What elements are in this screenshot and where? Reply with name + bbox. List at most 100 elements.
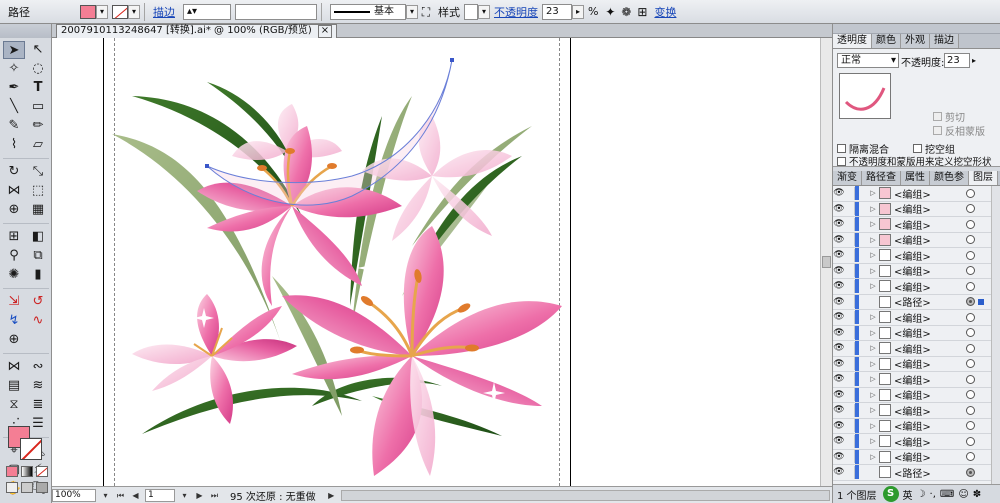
blob-brush-tool-icon[interactable]: ⌇ xyxy=(3,136,25,154)
stroke-dropdown-icon[interactable]: ▾ xyxy=(128,4,140,19)
layer-row[interactable]: 👁︎ ▷ <编组> xyxy=(833,449,1000,465)
visibility-eye-icon[interactable]: 👁︎ xyxy=(833,297,845,307)
visibility-eye-icon[interactable]: 👁︎ xyxy=(833,204,845,214)
expand-triangle-icon[interactable]: ▷ xyxy=(867,236,879,244)
first-page-icon[interactable]: ⏮ xyxy=(115,490,126,501)
visibility-eye-icon[interactable]: 👁︎ xyxy=(833,421,845,431)
target-circle-icon[interactable] xyxy=(966,250,975,260)
next-page-icon[interactable]: ▶ xyxy=(194,490,205,501)
tab-attributes[interactable]: 属性 xyxy=(901,171,930,185)
lily-artwork[interactable] xyxy=(112,56,572,486)
visibility-eye-icon[interactable]: 👁︎ xyxy=(833,266,845,276)
layer-row[interactable]: 👁︎ ▷ <编组> xyxy=(833,232,1000,248)
visibility-eye-icon[interactable]: 👁︎ xyxy=(833,436,845,446)
lock-toggle[interactable] xyxy=(845,450,855,464)
lock-toggle[interactable] xyxy=(845,341,855,355)
stroke-weight-field[interactable]: ▴▾ xyxy=(183,3,231,20)
selection-indicator[interactable] xyxy=(978,298,984,305)
user-icon[interactable]: ☺ xyxy=(958,489,968,500)
align-icon[interactable]: ⊞ xyxy=(634,4,650,20)
isolate-icon[interactable]: ❁ xyxy=(618,4,634,20)
expand-triangle-icon[interactable]: ▷ xyxy=(867,189,879,197)
visibility-eye-icon[interactable]: 👁︎ xyxy=(833,328,845,338)
layer-row[interactable]: 👁︎ <路径> xyxy=(833,294,1000,310)
pencil-tool-icon[interactable]: ✏ xyxy=(27,117,49,135)
target-circle-icon[interactable] xyxy=(966,359,975,369)
target-circle-icon[interactable] xyxy=(966,188,975,198)
sogou-s-icon[interactable]: S xyxy=(882,486,899,502)
lock-toggle[interactable] xyxy=(845,279,855,293)
expand-triangle-icon[interactable]: ▷ xyxy=(867,205,879,213)
visibility-eye-icon[interactable]: 👁︎ xyxy=(833,390,845,400)
opacity-field[interactable]: 23 xyxy=(542,3,572,20)
crystallize-tool-icon[interactable]: ≣ xyxy=(27,396,49,414)
expand-triangle-icon[interactable]: ▷ xyxy=(867,267,879,275)
gradient-mode-button[interactable] xyxy=(21,466,33,477)
shape-builder-tool-icon[interactable]: ⊕ xyxy=(3,201,25,219)
lock-toggle[interactable] xyxy=(845,264,855,278)
twirl-tool-icon[interactable]: ∾ xyxy=(27,358,49,376)
chart-grid-tool-icon[interactable]: ▤ xyxy=(3,377,25,395)
page-field[interactable]: 1 xyxy=(145,488,175,502)
transform-link[interactable]: 变换 xyxy=(650,4,680,20)
blend-tool-icon[interactable]: ⧉ xyxy=(27,247,49,265)
target-circle-icon[interactable] xyxy=(966,452,975,462)
horizontal-scrollbar[interactable] xyxy=(340,489,830,501)
bloat-tool-icon[interactable]: ⧖ xyxy=(3,396,25,414)
page-dropdown-icon[interactable]: ▾ xyxy=(179,490,190,501)
lock-toggle[interactable] xyxy=(845,403,855,417)
moon-icon[interactable]: ☽ xyxy=(917,489,926,500)
eyedropper-tool-icon[interactable]: ⚲ xyxy=(3,247,25,265)
target-circle-icon[interactable] xyxy=(966,405,975,415)
target-circle-icon[interactable] xyxy=(966,281,975,291)
symbol-sprayer-tool-icon[interactable]: ✺ xyxy=(3,266,25,284)
expand-triangle-icon[interactable]: ▷ xyxy=(867,375,879,383)
ime-mode-label[interactable]: 英 xyxy=(903,487,913,502)
brush-dropdown-icon[interactable]: ▾ xyxy=(406,4,418,19)
target-circle-icon[interactable] xyxy=(966,374,975,384)
free-transform-tool-icon[interactable]: ⬚ xyxy=(27,182,49,200)
expand-triangle-icon[interactable]: ▷ xyxy=(867,422,879,430)
panel-opacity-arrow-icon[interactable]: ▸ xyxy=(972,53,982,68)
tab-layers[interactable]: 图层 xyxy=(969,171,998,185)
canvas-area[interactable] xyxy=(52,38,820,486)
visibility-eye-icon[interactable]: 👁︎ xyxy=(833,235,845,245)
target-circle-icon[interactable] xyxy=(966,219,975,229)
perspective-grid-tool-icon[interactable]: ▦ xyxy=(27,201,49,219)
tab-color-guide[interactable]: 颜色参 xyxy=(930,171,969,185)
lock-toggle[interactable] xyxy=(845,233,855,247)
draw-behind-button[interactable] xyxy=(21,482,33,493)
punctuation-icon[interactable]: ·, xyxy=(930,489,936,500)
paintbrush-tool-icon[interactable]: ✎ xyxy=(3,117,25,135)
style-dropdown-icon[interactable]: ▾ xyxy=(478,4,490,19)
color-mode-button[interactable] xyxy=(6,466,18,477)
target-circle-icon[interactable] xyxy=(966,235,975,245)
layer-row[interactable]: 👁︎ ▷ <编组> xyxy=(833,217,1000,233)
tab-color[interactable]: 颜色 xyxy=(872,34,901,48)
type-tool-icon[interactable]: T xyxy=(27,79,49,97)
visibility-eye-icon[interactable]: 👁︎ xyxy=(833,374,845,384)
line-tool-icon[interactable]: ╲ xyxy=(3,98,25,116)
selected-path-outline[interactable] xyxy=(205,58,454,206)
brush-definition-field[interactable]: 基本 xyxy=(330,3,406,20)
layer-row[interactable]: 👁︎ ▷ <编组> xyxy=(833,434,1000,450)
layer-row[interactable]: 👁︎ ▷ <编组> xyxy=(833,279,1000,295)
fill-dropdown-icon[interactable]: ▾ xyxy=(96,4,108,19)
stroke-swatch[interactable] xyxy=(112,4,128,19)
selection-tool-icon[interactable]: ➤ xyxy=(3,41,25,59)
lock-toggle[interactable] xyxy=(845,217,855,231)
stroke-link[interactable]: 描边 xyxy=(149,4,179,20)
scale-tool-icon[interactable]: ⤡ xyxy=(27,163,49,181)
knife-tool-icon[interactable]: ↯ xyxy=(3,312,25,330)
slice-tool-icon[interactable]: ↺ xyxy=(27,293,49,311)
layer-row[interactable]: 👁︎ ▷ <编组> xyxy=(833,356,1000,372)
lock-toggle[interactable] xyxy=(845,326,855,340)
knockout-group-checkbox[interactable] xyxy=(913,144,922,153)
opacity-link[interactable]: 不透明度 xyxy=(490,4,542,20)
visibility-eye-icon[interactable]: 👁︎ xyxy=(833,343,845,353)
visibility-eye-icon[interactable]: 👁︎ xyxy=(833,312,845,322)
visibility-eye-icon[interactable]: 👁︎ xyxy=(833,405,845,415)
crosshair-tool-icon[interactable]: ⊕ xyxy=(3,331,25,349)
eraser-tool-icon[interactable]: ▱ xyxy=(27,136,49,154)
target-circle-icon[interactable] xyxy=(966,297,975,307)
